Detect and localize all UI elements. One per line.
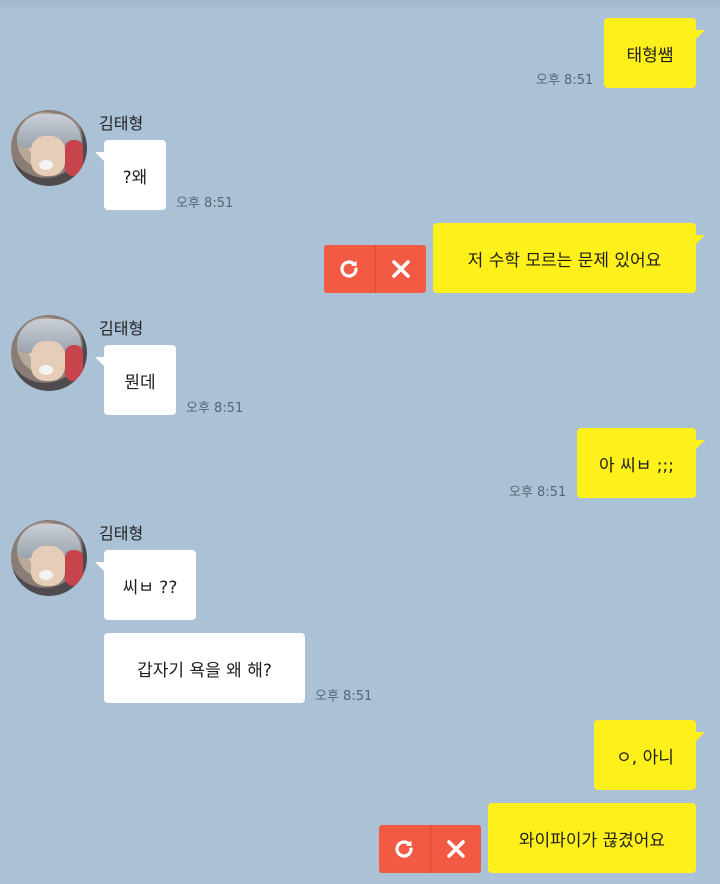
avatar-detail: [65, 550, 83, 586]
their-message-bubble[interactable]: 갑자기 욕을 왜 해?: [104, 633, 305, 703]
my-message-bubble[interactable]: ㅇ, 아니: [594, 720, 705, 790]
avatar[interactable]: [11, 315, 87, 391]
my-message-bubble[interactable]: 아 씨ㅂ ;;;: [577, 428, 705, 498]
sender-name: 김태형: [99, 524, 144, 543]
my-message-bubble[interactable]: 저 수학 모르는 문제 있어요: [433, 223, 705, 293]
message-time: 오후 8:51: [509, 485, 567, 500]
avatar-face: [31, 546, 65, 586]
their-message-bubble[interactable]: 뭔데: [95, 345, 176, 415]
avatar-detail: [65, 140, 83, 176]
resend-button[interactable]: [324, 245, 375, 293]
their-message-bubble[interactable]: 씨ㅂ ??: [95, 550, 196, 620]
failed-message-actions: [379, 825, 481, 873]
failed-message-actions: [324, 245, 426, 293]
message-time: 오후 8:51: [186, 401, 244, 416]
avatar-face: [31, 136, 65, 176]
sender-name: 김태형: [99, 319, 144, 338]
my-message-bubble[interactable]: 태형쌤: [604, 18, 705, 88]
close-icon: [391, 260, 410, 278]
avatar-detail: [65, 345, 83, 381]
sender-name: 김태형: [99, 114, 144, 133]
close-icon: [446, 840, 465, 858]
resend-button[interactable]: [379, 825, 430, 873]
status-strip: [0, 0, 720, 12]
my-message-bubble[interactable]: 와이파이가 끊겼어요: [488, 803, 696, 873]
avatar-detail: [39, 160, 53, 170]
their-message-bubble[interactable]: ?왜: [95, 140, 166, 210]
message-time: 오후 8:51: [315, 689, 373, 704]
message-time: 오후 8:51: [536, 73, 594, 88]
avatar-detail: [39, 365, 53, 375]
resend-icon: [395, 840, 413, 858]
avatar-detail: [39, 570, 53, 580]
avatar[interactable]: [11, 110, 87, 186]
message-time: 오후 8:51: [176, 196, 234, 211]
resend-icon: [340, 260, 358, 278]
delete-button[interactable]: [429, 825, 482, 873]
avatar-face: [31, 341, 65, 381]
avatar[interactable]: [11, 520, 87, 596]
delete-button[interactable]: [374, 245, 427, 293]
